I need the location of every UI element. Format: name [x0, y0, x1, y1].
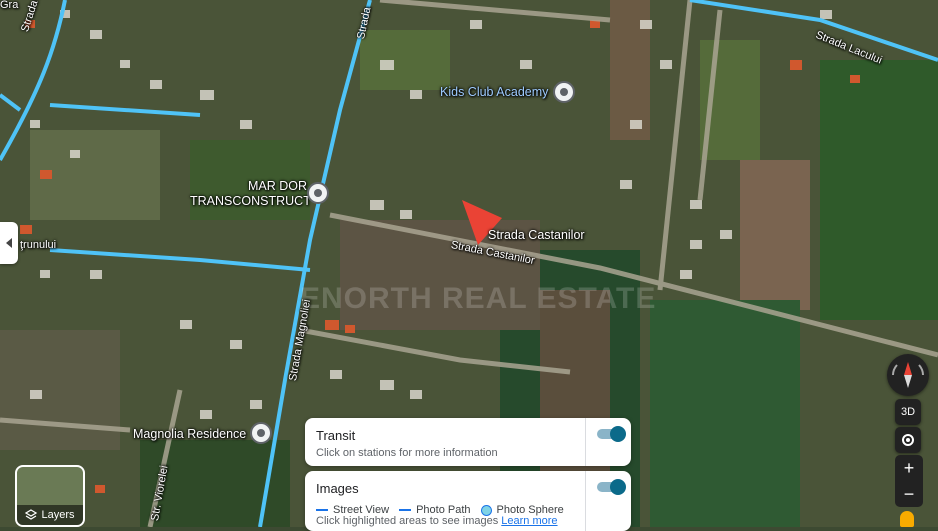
layers-button[interactable]: Layers: [15, 465, 85, 527]
my-location-icon[interactable]: [895, 427, 921, 453]
images-subtitle: Click highlighted areas to see images Le…: [316, 515, 558, 527]
place-label-magnolia[interactable]: Magnolia Residence: [133, 428, 246, 441]
place-pin-icon[interactable]: [250, 422, 272, 444]
street-label-frunului: ţrunului: [20, 239, 57, 251]
transit-toggle[interactable]: [597, 426, 626, 442]
transit-card: Transit Click on stations for more infor…: [305, 418, 631, 466]
transit-title: Transit: [316, 428, 356, 443]
watermark: ENORTH REAL ESTATE: [300, 282, 657, 315]
business-icon[interactable]: [307, 182, 329, 204]
street-view-line-icon: [316, 509, 328, 512]
images-toggle[interactable]: [597, 479, 626, 495]
place-label-transconstruct[interactable]: TRANSCONSTRUCT: [190, 195, 311, 208]
transit-subtitle: Click on stations for more information: [316, 447, 498, 459]
pegman-icon[interactable]: [900, 511, 914, 527]
images-title: Images: [316, 481, 359, 496]
layers-icon: [25, 509, 38, 520]
place-label-kids-club[interactable]: Kids Club Academy: [440, 86, 548, 99]
photo-sphere-dot-icon: [480, 504, 492, 516]
place-label-mar-dor[interactable]: MAR DOR: [248, 180, 307, 193]
3d-toggle-button[interactable]: 3D: [895, 399, 921, 425]
school-icon[interactable]: [553, 81, 575, 103]
learn-more-link[interactable]: Learn more: [501, 515, 557, 527]
zoom-control: + −: [895, 455, 923, 507]
zoom-in-button[interactable]: +: [895, 455, 923, 481]
images-card: Images Street View Photo Path Photo Sphe…: [305, 471, 631, 531]
compass-icon[interactable]: [887, 354, 929, 396]
zoom-out-button[interactable]: −: [895, 481, 923, 507]
photo-path-dash-icon: [399, 509, 412, 512]
collapse-side-panel-button[interactable]: [0, 222, 18, 264]
street-label-gra: Gra: [0, 0, 19, 11]
pin-label[interactable]: Strada Castanilor: [488, 229, 585, 242]
layers-label: Layers: [41, 509, 75, 521]
